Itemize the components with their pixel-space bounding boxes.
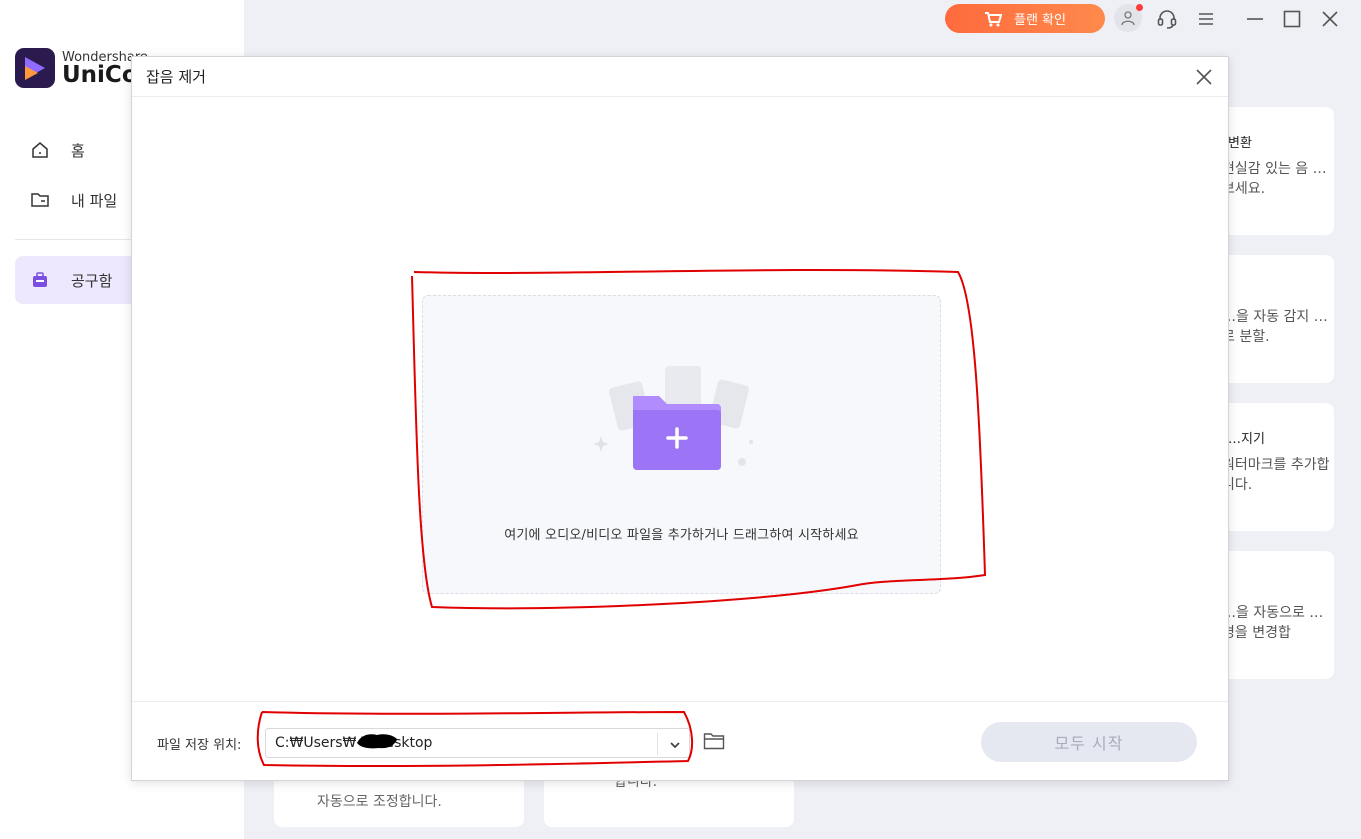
minimize-icon[interactable]: [1242, 6, 1268, 32]
dialog-header: 잡음 제거: [132, 57, 1228, 97]
brand-name: UniCo: [62, 62, 138, 88]
close-icon[interactable]: [1194, 67, 1214, 87]
close-window-icon[interactable]: [1317, 6, 1343, 32]
add-folder-icon: [593, 366, 753, 470]
plan-button[interactable]: 플랜 확인: [945, 4, 1105, 33]
save-path-value: C:₩Users₩ ₩Desktop: [275, 735, 433, 751]
notification-dot: [1136, 4, 1143, 11]
file-dropzone[interactable]: 여기에 오디오/비디오 파일을 추가하거나 드래그하여 시작하세요: [422, 295, 941, 594]
tool-card-desc: …을 자동 감지 …로 분할.: [1222, 309, 1328, 345]
home-icon: [29, 139, 51, 161]
select-divider: [657, 733, 658, 755]
chevron-down-icon[interactable]: [668, 737, 682, 751]
sidebar-item-label: 홈: [71, 141, 85, 160]
dialog-title: 잡음 제거: [146, 68, 206, 86]
noise-removal-dialog: 잡음 제거 여기에 오디오/비디오 파일을 추가하거나 드래그하여 시작하세요 …: [131, 56, 1229, 781]
app-logo-icon: [15, 48, 55, 88]
tool-card-desc: 워터마크를 추가합니다.: [1222, 457, 1330, 493]
support-headset-icon[interactable]: [1154, 6, 1180, 32]
sidebar-item-label: 공구함: [71, 271, 113, 290]
tool-card-desc: …을 자동으로 …경을 변경합: [1222, 605, 1324, 641]
dropzone-hint: 여기에 오디오/비디오 파일을 추가하거나 드래그하여 시작하세요: [504, 528, 859, 543]
maximize-icon[interactable]: [1279, 6, 1305, 32]
dialog-footer: 파일 저장 위치: C:₩Users₩ ₩Desktop 모두 시작: [132, 701, 1228, 781]
toolbox-icon: [29, 269, 51, 291]
folder-icon: [29, 189, 51, 211]
save-path-select[interactable]: C:₩Users₩ ₩Desktop: [265, 728, 690, 758]
tool-card-title: 변환: [1228, 136, 1252, 151]
tool-card-desc: 자동으로 조정합니다.: [317, 794, 442, 810]
menu-icon[interactable]: [1193, 6, 1219, 32]
tool-card-title: …지기: [1228, 432, 1265, 447]
redaction-mark: [357, 734, 397, 749]
sidebar-item-label: 내 파일: [71, 191, 118, 210]
plan-button-label: 플랜 확인: [1014, 13, 1066, 28]
save-location-label: 파일 저장 위치:: [157, 738, 242, 753]
open-folder-icon[interactable]: [703, 731, 725, 753]
cart-icon: [985, 11, 1002, 26]
tool-card-desc: 현실감 있는 음 …보세요.: [1222, 161, 1327, 197]
start-all-button[interactable]: 모두 시작: [981, 722, 1197, 762]
